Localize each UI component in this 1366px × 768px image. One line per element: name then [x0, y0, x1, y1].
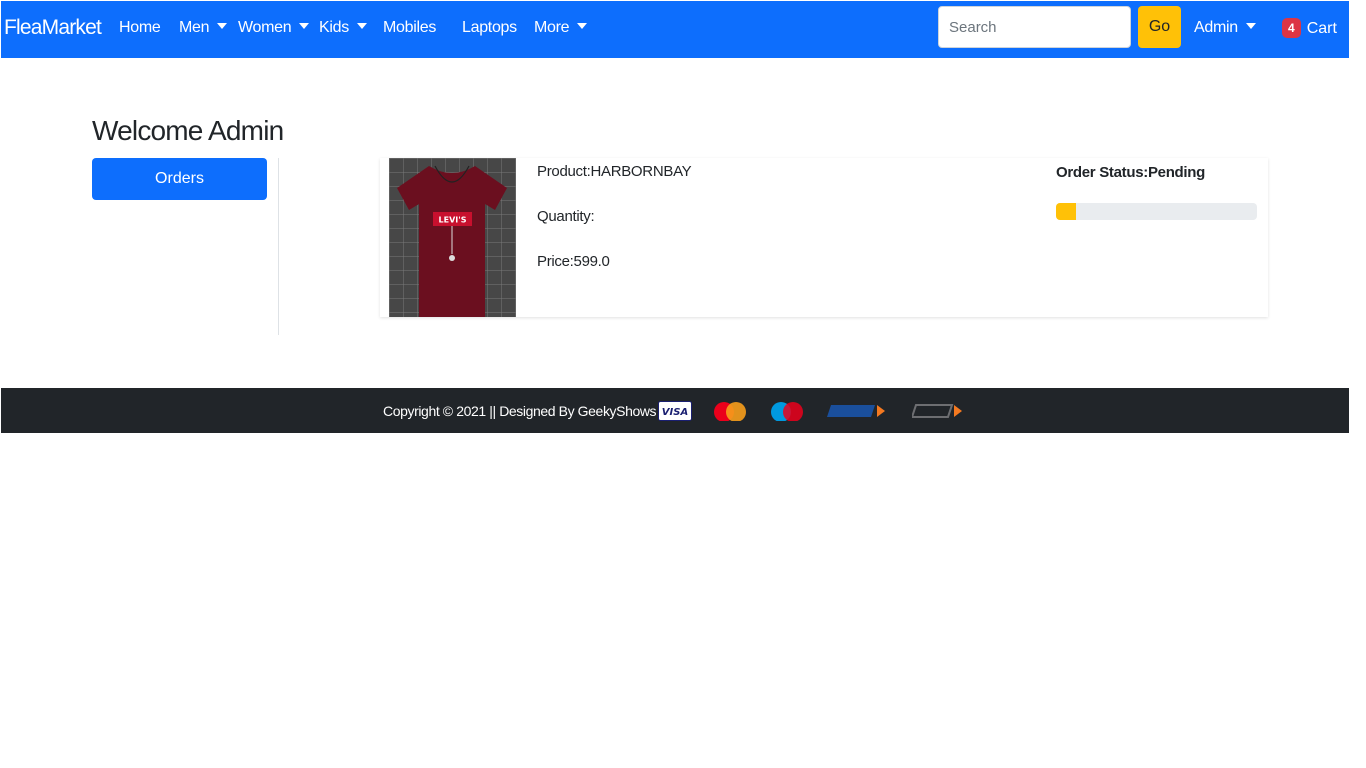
visa-icon: VISA: [658, 401, 692, 421]
product-image: LEVI'S: [389, 158, 516, 317]
product-name: Product:HARBORNBAY: [537, 163, 692, 180]
footer: Copyright © 2021 || Designed By GeekySho…: [1, 388, 1349, 433]
orders-button[interactable]: Orders: [92, 158, 267, 200]
caret-down-icon: [217, 23, 228, 29]
nav-mobiles[interactable]: Mobiles: [383, 19, 436, 37]
order-status: Order Status:Pending: [1056, 164, 1206, 181]
caret-down-icon: [299, 23, 310, 29]
product-quantity: Quantity:: [537, 208, 595, 225]
nav-men[interactable]: Men: [179, 19, 228, 37]
search-input[interactable]: [938, 6, 1131, 48]
order-card: LEVI'S Product:HARBORNBAY Quantity: Pric…: [380, 158, 1268, 317]
admin-dropdown[interactable]: Admin: [1194, 19, 1256, 37]
navbar: FleaMarket Home Men Women Kids Mobiles L…: [1, 1, 1349, 58]
order-progress: [1056, 203, 1257, 220]
product-price: Price:599.0: [537, 253, 610, 270]
page-title: Welcome Admin: [92, 115, 284, 146]
caret-down-icon: [577, 23, 588, 29]
mastercard-icon: [714, 402, 746, 421]
search-go-button[interactable]: Go: [1138, 6, 1181, 48]
nav-laptops[interactable]: Laptops: [462, 19, 517, 37]
caret-down-icon: [1245, 23, 1256, 29]
nav-women[interactable]: Women: [238, 19, 310, 37]
nav-kids[interactable]: Kids: [319, 19, 367, 37]
cart-count-badge: 4: [1282, 18, 1301, 38]
brand-logo[interactable]: FleaMarket: [4, 16, 102, 40]
logo-text: LEVI'S: [439, 216, 467, 225]
caret-down-icon: [356, 23, 367, 29]
order-progress-fill: [1056, 203, 1077, 220]
footer-copyright: Copyright © 2021 || Designed By GeekySho…: [383, 403, 667, 419]
maestro-icon: [771, 402, 803, 421]
rupay-icon: [827, 405, 885, 417]
cart-link[interactable]: 4 Cart: [1282, 18, 1337, 38]
cart-label: Cart: [1306, 20, 1337, 37]
nav-home[interactable]: Home: [119, 19, 161, 37]
upi-icon: [912, 404, 962, 418]
nav-more[interactable]: More: [534, 19, 588, 37]
svg-text:VISA: VISA: [662, 407, 688, 418]
sidebar-divider: [278, 158, 279, 335]
